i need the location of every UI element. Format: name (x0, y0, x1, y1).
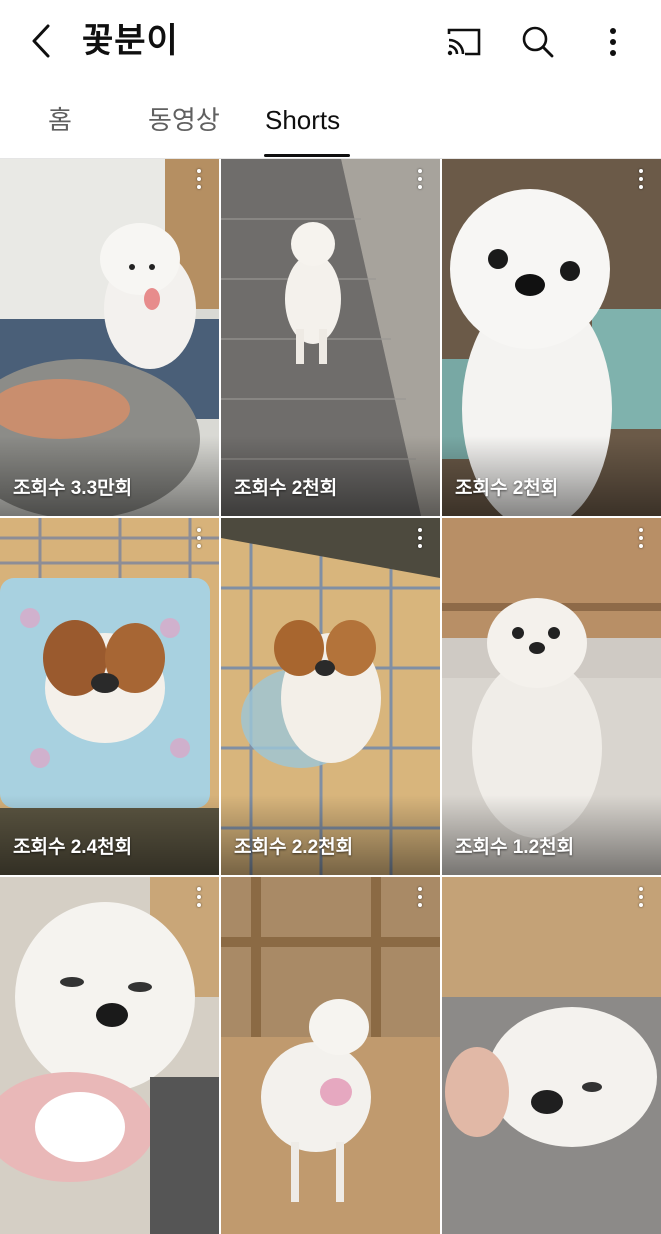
short-thumbnail[interactable]: 조회수 1.2천회 (442, 518, 661, 875)
short-more-button[interactable] (187, 165, 211, 193)
active-tab-indicator (264, 154, 350, 157)
short-thumbnail[interactable] (442, 877, 661, 1234)
dog-thumbnail-image (221, 877, 440, 1234)
view-count: 조회수 2.4천회 (13, 837, 133, 858)
short-thumbnail[interactable]: 조회수 2.2천회 (221, 518, 440, 875)
short-more-button[interactable] (629, 165, 653, 193)
tab-videos[interactable]: 동영상 (148, 102, 220, 138)
chevron-left-icon (32, 24, 50, 58)
channel-tabs: 홈 동영상 Shorts (0, 84, 661, 159)
tab-shorts[interactable]: Shorts (265, 102, 340, 138)
short-more-button[interactable] (187, 524, 211, 552)
short-more-button[interactable] (629, 524, 653, 552)
view-count: 조회수 2천회 (234, 478, 338, 499)
view-count: 조회수 3.3만회 (13, 478, 133, 499)
cast-icon (447, 28, 481, 56)
back-button[interactable] (22, 18, 62, 64)
dog-thumbnail-image (442, 877, 661, 1234)
short-thumbnail[interactable]: 조회수 2.4천회 (0, 518, 219, 875)
short-more-button[interactable] (629, 883, 653, 911)
short-more-button[interactable] (408, 524, 432, 552)
search-icon (522, 26, 554, 58)
view-count: 조회수 2.2천회 (234, 837, 354, 858)
cast-button[interactable] (442, 20, 486, 64)
shorts-grid: 조회수 3.3만회 조회수 2천회 조회수 2천회 조회수 2.4천회 조회수 … (0, 159, 661, 1234)
short-thumbnail[interactable]: 조회수 3.3만회 (0, 159, 219, 516)
dog-thumbnail-image (0, 877, 219, 1234)
short-thumbnail[interactable] (0, 877, 219, 1234)
short-more-button[interactable] (408, 165, 432, 193)
short-thumbnail[interactable]: 조회수 2천회 (442, 159, 661, 516)
short-thumbnail[interactable]: 조회수 2천회 (221, 159, 440, 516)
short-more-button[interactable] (187, 883, 211, 911)
channel-title: 꽃분이 (82, 22, 179, 60)
view-count: 조회수 1.2천회 (455, 837, 575, 858)
more-vertical-icon (610, 28, 616, 56)
more-options-button[interactable] (591, 20, 635, 64)
view-count: 조회수 2천회 (455, 478, 559, 499)
search-button[interactable] (516, 20, 560, 64)
tab-home[interactable]: 홈 (48, 102, 72, 138)
short-thumbnail[interactable] (221, 877, 440, 1234)
short-more-button[interactable] (408, 883, 432, 911)
top-app-bar: 꽃분이 (0, 0, 661, 84)
